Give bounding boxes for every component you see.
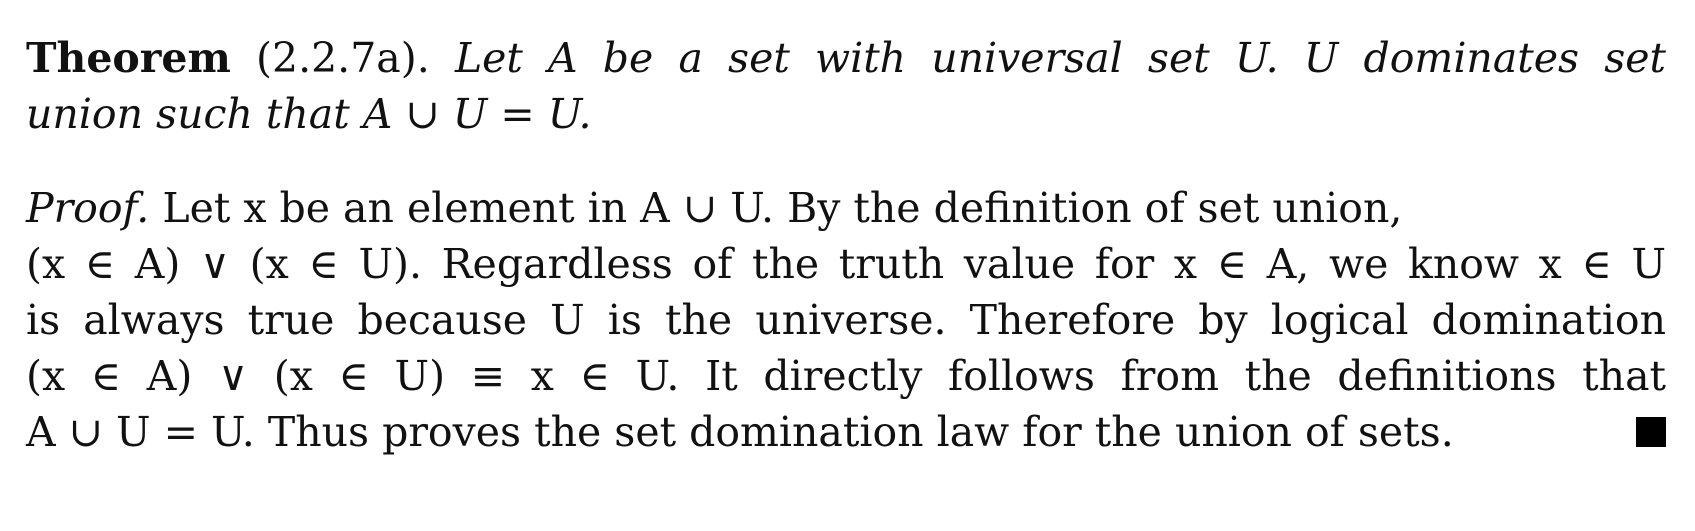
document-page: Theorem (2.2.7a). Let A be a set with un… [26, 30, 1666, 460]
proof-text-line-1: Let x be an element in A ∪ U. By the def… [162, 184, 1403, 232]
theorem-number: (2.2.7a). [255, 34, 430, 82]
theorem-line-1: Theorem (2.2.7a). Let A be a set with un… [26, 30, 1666, 86]
proof-text-line-2: (x ∈ A) ∨ (x ∈ U). Regardless of the tru… [26, 240, 1666, 288]
qed-square-icon [1636, 417, 1666, 447]
proof-block: Proof. Let x be an element in A ∪ U. By … [26, 180, 1666, 460]
proof-line-4: (x ∈ A) ∨ (x ∈ U) ≡ x ∈ U. It directly f… [26, 348, 1666, 404]
theorem-statement-line-2: union such that A ∪ U = U. [26, 90, 592, 138]
proof-line-3: is always true because U is the universe… [26, 292, 1666, 348]
theorem-line-2: union such that A ∪ U = U. [26, 86, 1666, 142]
proof-line-1: Proof. Let x be an element in A ∪ U. By … [26, 180, 1666, 236]
proof-text-line-4: (x ∈ A) ∨ (x ∈ U) ≡ x ∈ U. It directly f… [26, 352, 1666, 400]
proof-line-2: (x ∈ A) ∨ (x ∈ U). Regardless of the tru… [26, 236, 1666, 292]
proof-text-line-3: is always true because U is the universe… [26, 296, 1666, 344]
theorem-statement-line-1: Let A be a set with universal set U. U d… [454, 34, 1666, 82]
theorem-heading: Theorem [26, 34, 231, 82]
proof-text-line-5: A ∪ U = U. Thus proves the set dominatio… [26, 408, 1454, 456]
proof-line-5: A ∪ U = U. Thus proves the set dominatio… [26, 404, 1666, 460]
theorem-block: Theorem (2.2.7a). Let A be a set with un… [26, 30, 1666, 142]
proof-label: Proof. [26, 184, 150, 232]
